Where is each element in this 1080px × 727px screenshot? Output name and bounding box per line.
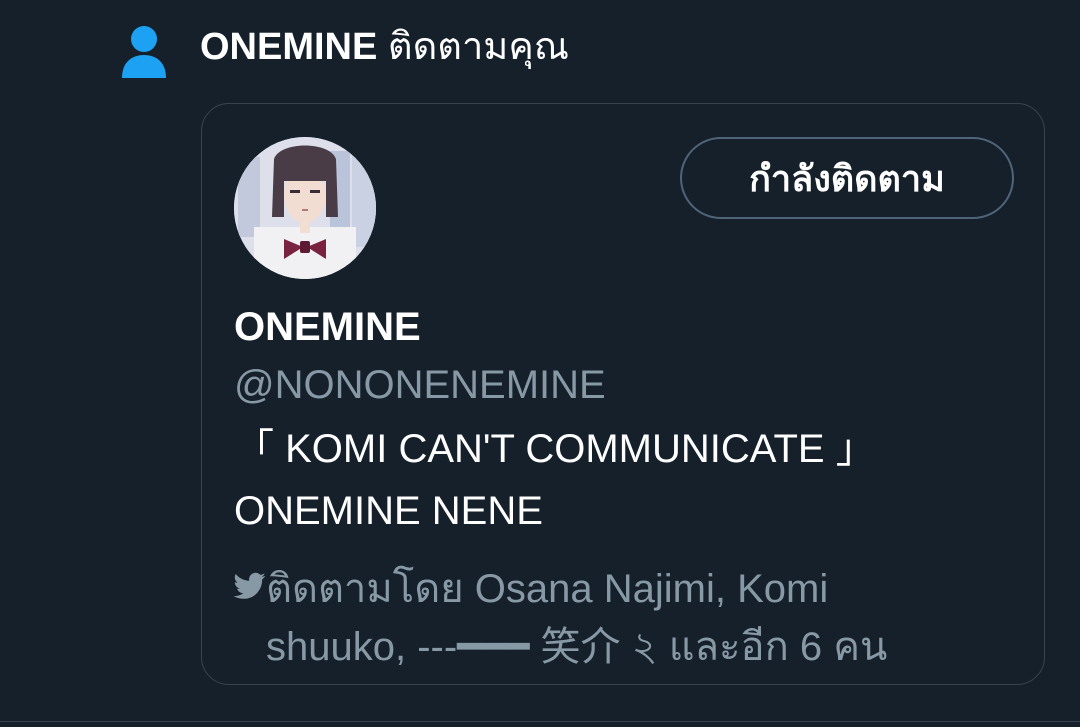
followed-by-line: shuuko, ---━━━ 笑介 ২ และอีก 6 คน [266, 625, 888, 669]
follower-name[interactable]: ONEMINE [200, 26, 377, 68]
display-name[interactable]: ONEMINE [234, 304, 421, 350]
avatar-image [234, 137, 376, 279]
followed-by-text: ติดตามโดย Osana Najimi, Komi [266, 567, 829, 611]
person-icon [122, 26, 166, 78]
divider [0, 721, 1080, 722]
avatar[interactable] [234, 137, 376, 279]
following-button[interactable]: กำลังติดตาม [680, 137, 1014, 219]
user-bio: 「 KOMI CAN'T COMMUNICATE 」 ONEMINE NENE [234, 418, 876, 542]
user-handle[interactable]: @NONONENEMINE [234, 362, 606, 408]
followed-by-line: ติดตามโดย Osana Najimi, Komi [234, 560, 954, 618]
bio-line: ONEMINE NENE [234, 489, 543, 533]
notification-headline: ONEMINE ติดตามคุณ [200, 22, 569, 72]
bio-line: 「 KOMI CAN'T COMMUNICATE 」 [234, 427, 876, 471]
follow-notification[interactable]: ONEMINE ติดตามคุณ กำลังติดตาม ONEMINE @N… [0, 0, 1080, 727]
followed-by[interactable]: ติดตามโดย Osana Najimi, Komi shuuko, ---… [234, 560, 954, 676]
user-card[interactable]: กำลังติดตาม ONEMINE @NONONENEMINE 「 KOMI… [201, 103, 1045, 685]
bird-icon [234, 572, 266, 599]
action-text: ติดตามคุณ [387, 26, 570, 68]
